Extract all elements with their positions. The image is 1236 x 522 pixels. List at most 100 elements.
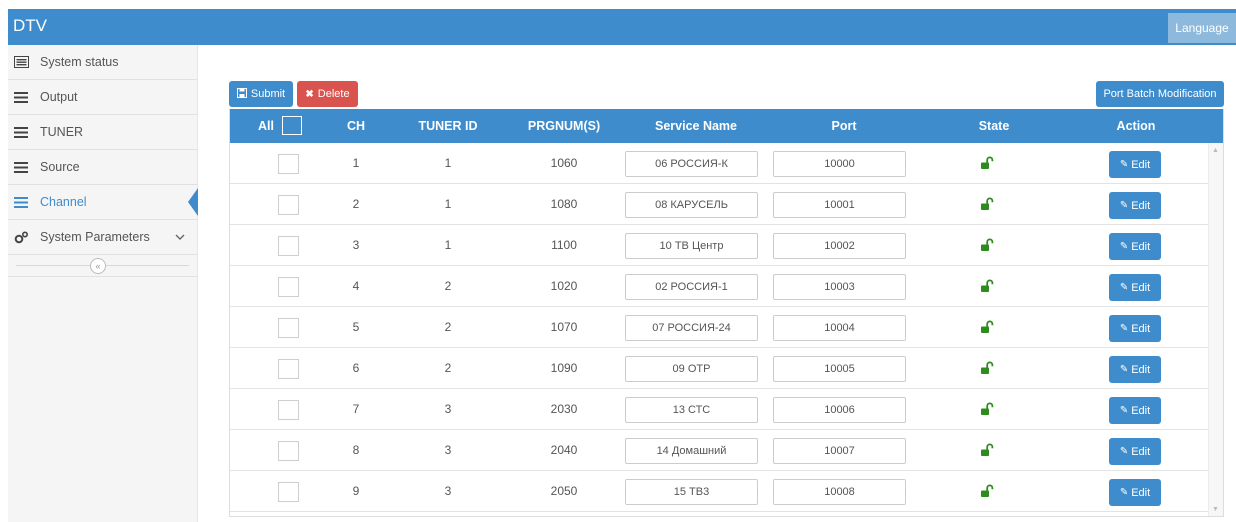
cell-prgnum: 1070: [550, 320, 578, 334]
language-button[interactable]: Language: [1168, 13, 1236, 43]
row-checkbox[interactable]: [278, 277, 299, 297]
active-indicator: [188, 188, 198, 216]
sidebar-item-output[interactable]: Output: [8, 80, 197, 115]
sidebar-item-label: Output: [40, 90, 78, 104]
sidebar-collapse-row: «: [8, 255, 197, 277]
cell-tuner-id: 3: [444, 443, 452, 457]
table-row: 4 2 1020 ✎Edit: [230, 266, 1210, 307]
table-row: 7 3 2030 ✎Edit: [230, 389, 1210, 430]
edit-button[interactable]: ✎ Edit: [1109, 315, 1161, 342]
port-input[interactable]: [773, 479, 906, 505]
service-name-input[interactable]: [625, 479, 758, 505]
edit-icon: ✎: [1119, 282, 1129, 293]
menu-icon: [13, 160, 29, 174]
cell-ch: 6: [352, 361, 360, 375]
header-ch: CH: [346, 119, 366, 133]
scroll-down-icon[interactable]: ▼: [1212, 506, 1219, 513]
service-name-input[interactable]: [625, 315, 758, 341]
sidebar-item-channel[interactable]: Channel: [8, 185, 198, 220]
unlock-icon: [981, 238, 994, 251]
service-name-input[interactable]: [625, 233, 758, 259]
port-batch-modification-button[interactable]: Port Batch Modification: [1096, 81, 1224, 107]
menu-icon: [13, 90, 29, 104]
edit-button[interactable]: ✎ Edit: [1109, 479, 1161, 506]
cell-tuner-id: 1: [444, 156, 452, 170]
collapse-sidebar-icon[interactable]: «: [90, 258, 106, 274]
chevron-down-icon: [175, 230, 185, 244]
sidebar-item-system-status[interactable]: System status: [8, 45, 197, 80]
sidebar-item-system-parameters[interactable]: System Parameters: [8, 220, 197, 255]
gears-icon: [13, 230, 29, 244]
edit-label: Edit: [1131, 445, 1151, 458]
header-all: All: [258, 119, 274, 133]
service-name-input[interactable]: [625, 151, 758, 177]
service-name-input[interactable]: [625, 438, 758, 464]
row-checkbox[interactable]: [278, 154, 299, 174]
select-all-checkbox[interactable]: [282, 116, 302, 135]
sidebar-item-label: Channel: [40, 195, 87, 209]
cell-prgnum: 1090: [550, 361, 578, 375]
table-header: All CH TUNER ID PRGNUM(S) Service Name P…: [230, 109, 1223, 143]
cell-prgnum: 2040: [550, 443, 578, 457]
cell-tuner-id: 3: [444, 484, 452, 498]
edit-button[interactable]: ✎ Edit: [1109, 438, 1161, 465]
port-input[interactable]: [773, 356, 906, 382]
cell-prgnum: 1020: [550, 279, 578, 293]
cell-ch: 9: [352, 484, 360, 498]
row-checkbox[interactable]: [278, 359, 299, 379]
row-checkbox[interactable]: [278, 318, 299, 338]
row-checkbox[interactable]: [278, 195, 299, 215]
edit-button[interactable]: ✎ Edit: [1109, 274, 1161, 301]
menu-icon: [13, 125, 29, 139]
port-input[interactable]: [773, 151, 906, 177]
port-input[interactable]: [773, 192, 906, 218]
service-name-input[interactable]: [625, 356, 758, 382]
save-icon: [236, 87, 247, 101]
cell-tuner-id: 2: [444, 361, 452, 375]
port-input[interactable]: [773, 274, 906, 300]
edit-button[interactable]: ✎ Edit: [1109, 151, 1161, 178]
edit-button[interactable]: ✎ Edit: [1109, 356, 1161, 383]
cell-ch: 3: [352, 238, 360, 252]
edit-icon: ✎: [1119, 446, 1129, 457]
service-name-input[interactable]: [625, 397, 758, 423]
submit-button[interactable]: Submit: [229, 81, 293, 107]
sidebar-item-tuner[interactable]: TUNER: [8, 115, 197, 150]
unlock-icon: [981, 402, 994, 415]
table-row: 1 1 1060 ✎Edit: [230, 143, 1210, 184]
cell-prgnum: 1060: [550, 156, 578, 170]
edit-button[interactable]: ✎ Edit: [1109, 192, 1161, 219]
row-checkbox[interactable]: [278, 236, 299, 256]
scroll-up-icon[interactable]: ▲: [1212, 147, 1219, 154]
edit-button[interactable]: ✎ Edit: [1109, 233, 1161, 260]
edit-label: Edit: [1131, 158, 1151, 171]
service-name-input[interactable]: [625, 274, 758, 300]
cell-tuner-id: 1: [444, 197, 452, 211]
sidebar-item-source[interactable]: Source: [8, 150, 197, 185]
row-checkbox[interactable]: [278, 400, 299, 420]
edit-label: Edit: [1131, 281, 1151, 294]
edit-icon: ✎: [1119, 487, 1129, 498]
unlock-icon: [981, 279, 994, 292]
row-checkbox[interactable]: [278, 482, 299, 502]
port-input[interactable]: [773, 397, 906, 423]
edit-button[interactable]: ✎ Edit: [1109, 397, 1161, 424]
header-service-name: Service Name: [654, 119, 738, 133]
cell-prgnum: 2050: [550, 484, 578, 498]
row-checkbox[interactable]: [278, 441, 299, 461]
sidebar-item-label: TUNER: [40, 125, 84, 139]
sidebar: System status Output TUNER Source Channe…: [8, 45, 198, 522]
port-input[interactable]: [773, 233, 906, 259]
edit-label: Edit: [1131, 486, 1151, 499]
table-row: 2 1 1080 ✎Edit: [230, 184, 1210, 225]
table-scrollbar[interactable]: ▲ ▼: [1208, 143, 1223, 516]
port-input[interactable]: [773, 315, 906, 341]
edit-icon: ✎: [1119, 241, 1129, 252]
edit-icon: ✎: [1119, 323, 1129, 334]
port-input[interactable]: [773, 438, 906, 464]
service-name-input[interactable]: [625, 192, 758, 218]
cell-tuner-id: 2: [444, 320, 452, 334]
channel-table: All CH TUNER ID PRGNUM(S) Service Name P…: [229, 109, 1224, 517]
list-icon: [13, 55, 29, 69]
delete-button[interactable]: ✖ Delete: [297, 81, 358, 107]
